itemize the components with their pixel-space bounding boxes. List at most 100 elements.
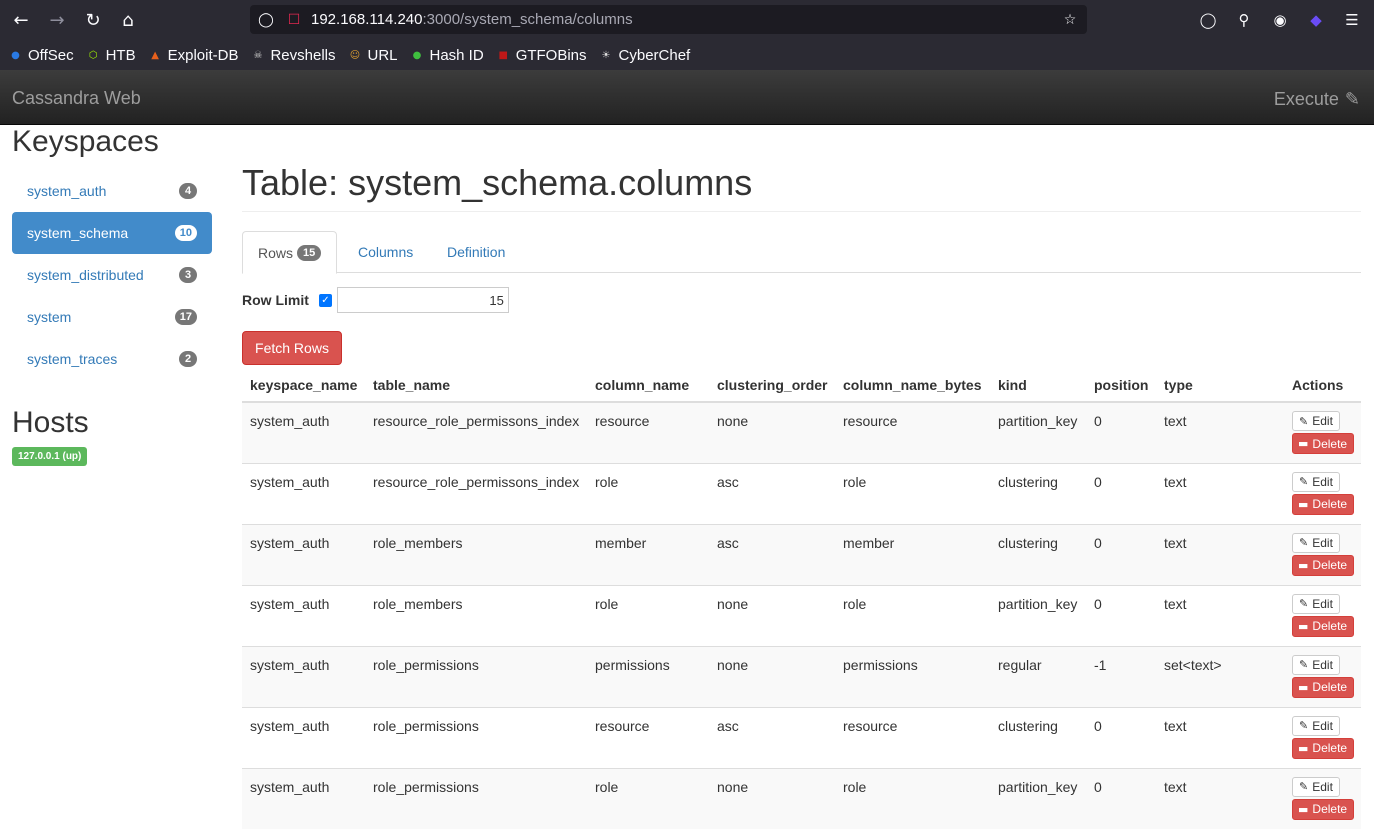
delete-label: Delete <box>1312 436 1348 451</box>
table-cell: role <box>587 584 709 646</box>
insecure-lock-icon[interactable]: ☐ <box>284 10 304 30</box>
bookmark-hash-id[interactable]: ● Hash ID <box>410 47 484 64</box>
delete-button[interactable]: ▬ Delete <box>1292 493 1354 515</box>
keyspace-item-system[interactable]: system 17 <box>12 296 212 338</box>
star-icon[interactable]: ☆ <box>1060 10 1080 30</box>
extensions-icon[interactable]: ⚲ <box>1233 9 1255 31</box>
bookmark-offsec[interactable]: ● OffSec <box>8 46 74 64</box>
bookmark-label: GTFOBins <box>515 46 587 64</box>
bookmark-htb[interactable]: ⬡ HTB <box>86 47 136 64</box>
table-cell: permissions <box>835 645 990 707</box>
table-cell: partition_key <box>990 401 1086 463</box>
edit-button[interactable]: ✎ Edit <box>1292 776 1340 797</box>
fetch-rows-button[interactable]: Fetch Rows <box>242 331 342 365</box>
reload-icon[interactable]: ↻ <box>80 8 106 32</box>
table-cell: none <box>709 645 835 707</box>
table-header-row: keyspace_name table_name column_name cluste… <box>242 369 1361 403</box>
pencil-icon: ✎ <box>1299 536 1309 549</box>
exploit-db-icon: ▲ <box>151 49 159 61</box>
bookmark-label: OffSec <box>28 46 74 64</box>
url-icon: ☺ <box>349 49 361 61</box>
keyspaces-heading: Keyspaces <box>12 125 159 158</box>
bookmarks-bar: ● OffSec ⬡ HTB ▲ Exploit-DB ☠ Revshells ☺ URL ● Has… <box>0 40 1374 70</box>
pencil-icon: ✎ <box>1299 475 1309 488</box>
table-cell: text <box>1156 706 1284 768</box>
edit-button[interactable]: ✎ Edit <box>1292 471 1340 492</box>
table-cell: resource <box>587 401 709 463</box>
table-cell: set<text> <box>1156 645 1284 707</box>
keyspace-count-badge: 17 <box>174 309 197 325</box>
vpn-extension-icon[interactable]: ◆ <box>1305 9 1327 31</box>
delete-button[interactable]: ▬ Delete <box>1292 554 1354 576</box>
pencil-icon: ✎ <box>1299 658 1309 671</box>
table-cell: role <box>835 462 990 524</box>
delete-button[interactable]: ▬ Delete <box>1292 798 1354 820</box>
browser-toolbar: ← → ↻ ⌂ ◯ ☐ 192.168.114.240:3000/system_… <box>0 0 1374 40</box>
table-row: system_auth resource_role_permissons_inde… <box>242 462 1361 524</box>
keyspace-item-system-distributed[interactable]: system_distributed 3 <box>12 254 212 296</box>
table-cell: asc <box>709 523 835 585</box>
url-bar[interactable]: ◯ ☐ 192.168.114.240:3000/system_schema/c… <box>250 5 1087 34</box>
edit-button[interactable]: ✎ Edit <box>1292 715 1340 736</box>
execute-link[interactable]: Execute ✎ <box>1274 89 1360 110</box>
table-cell: role <box>835 584 990 646</box>
delete-button[interactable]: ▬ Delete <box>1292 676 1354 698</box>
delete-label: Delete <box>1312 497 1348 511</box>
actions-cell: ✎ Edit ▬ Delete <box>1284 706 1361 768</box>
table-cell: role <box>587 462 709 524</box>
bookmark-url[interactable]: ☺ URL <box>347 47 398 64</box>
url-text[interactable]: 192.168.114.240:3000/system_schema/colum… <box>311 11 633 28</box>
bookmark-gtfobins[interactable]: ■ GTFOBins <box>496 46 587 64</box>
keyspace-item-system-traces[interactable]: system_traces 2 <box>12 338 212 380</box>
forward-icon[interactable]: → <box>44 8 70 32</box>
back-icon[interactable]: ← <box>8 8 34 32</box>
shield-icon[interactable]: ◯ <box>256 10 276 30</box>
minus-icon: ▬ <box>1298 741 1309 755</box>
bookmark-cyberchef[interactable]: ☀ CyberChef <box>599 47 691 64</box>
edit-button[interactable]: ✎ Edit <box>1292 654 1340 675</box>
bookmark-exploit-db[interactable]: ▲ Exploit-DB <box>148 47 238 64</box>
tab-rows[interactable]: Rows 15 <box>242 231 338 274</box>
table-cell: system_auth <box>242 706 365 768</box>
menu-icon[interactable]: ☰ <box>1341 9 1363 31</box>
pencil-icon: ✎ <box>1299 597 1309 610</box>
row-limit-input[interactable]: 15 <box>336 287 509 313</box>
edit-label: Edit <box>1312 718 1333 733</box>
table-cell: role_permissions <box>365 706 587 768</box>
tab-columns[interactable]: Columns <box>343 231 428 273</box>
minus-icon: ▬ <box>1298 497 1309 511</box>
table-cell: role <box>835 767 990 829</box>
delete-button[interactable]: ▬ Delete <box>1292 737 1354 759</box>
skull-icon: ☠ <box>253 49 263 61</box>
actions-cell: ✎ Edit ▬ Delete <box>1284 645 1361 707</box>
keyspace-label: system <box>27 309 72 325</box>
edit-button[interactable]: ✎ Edit <box>1292 593 1340 614</box>
tab-definition[interactable]: Definition <box>432 231 520 273</box>
table-cell: resource <box>835 706 990 768</box>
table-cell: text <box>1156 584 1284 646</box>
home-icon[interactable]: ⌂ <box>115 8 141 32</box>
bookmark-label: CyberChef <box>618 46 691 64</box>
row-limit-checkbox[interactable]: ✓ <box>318 293 332 307</box>
table-cell: member <box>587 523 709 585</box>
tab-rows-label: Rows <box>258 244 294 261</box>
keyspace-label: system_traces <box>27 351 118 367</box>
offsec-icon: ● <box>11 49 20 61</box>
actions-cell: ✎ Edit ▬ Delete <box>1284 767 1361 829</box>
pocket-icon[interactable]: ◯ <box>1197 9 1219 31</box>
title-divider <box>242 211 1361 212</box>
profile-extension-icon[interactable]: ◉ <box>1269 9 1291 31</box>
edit-button[interactable]: ✎ Edit <box>1292 532 1340 553</box>
table-row: system_auth role_permissions permissions no… <box>242 645 1361 707</box>
delete-button[interactable]: ▬ Delete <box>1292 433 1354 454</box>
table-cell: system_auth <box>242 462 365 524</box>
keyspace-item-system-auth[interactable]: system_auth 4 <box>12 170 212 212</box>
keyspace-item-system-schema[interactable]: system_schema 10 <box>12 212 212 254</box>
delete-button[interactable]: ▬ Delete <box>1292 615 1354 637</box>
brand-link[interactable]: Cassandra Web <box>12 88 141 109</box>
keyspace-count-badge: 4 <box>179 183 197 199</box>
table-cell: role_members <box>365 523 587 585</box>
bookmark-revshells[interactable]: ☠ Revshells <box>250 47 335 64</box>
edit-button[interactable]: ✎ Edit <box>1292 411 1340 431</box>
url-host: 192.168.114.240 <box>311 11 423 28</box>
